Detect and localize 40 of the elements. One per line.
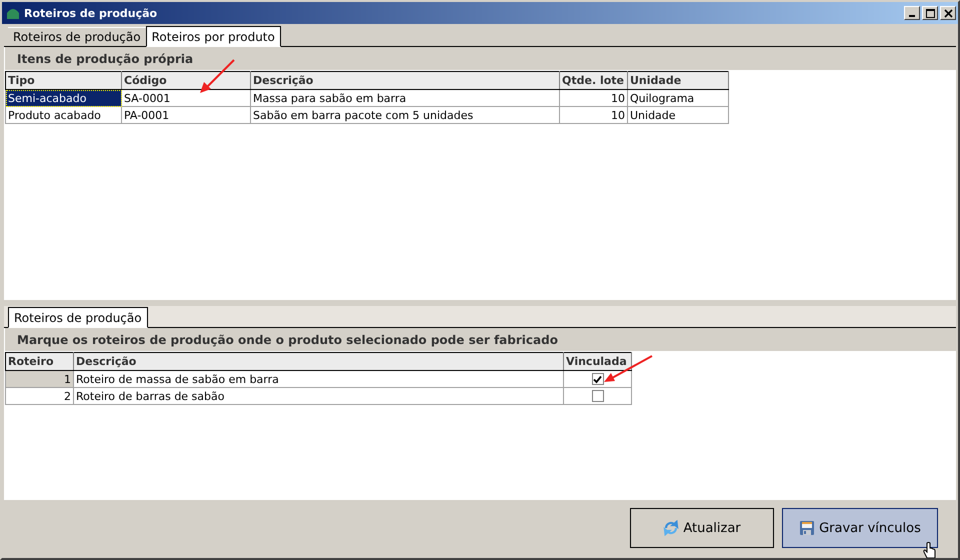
- table-cell[interactable]: Semi-acabado: [6, 90, 122, 106]
- column-header[interactable]: Tipo: [6, 72, 122, 90]
- table-cell[interactable]: PA-0001: [122, 106, 250, 124]
- table-cell[interactable]: 10: [560, 90, 628, 106]
- column-header[interactable]: Código: [122, 72, 250, 90]
- maximize-icon: [926, 8, 934, 18]
- refresh-button[interactable]: Atualizar: [630, 508, 774, 548]
- tab[interactable]: Roteiros de produção: [8, 27, 146, 46]
- close-button[interactable]: [940, 6, 956, 20]
- table-cell[interactable]: 2: [6, 388, 74, 404]
- checkbox[interactable]: [592, 390, 604, 402]
- table-cell[interactable]: Roteiro de massa de sabão em barra: [74, 370, 564, 388]
- table-cell[interactable]: 1: [6, 370, 74, 388]
- window-title: Roteiros de produção: [24, 6, 158, 20]
- refresh-icon: [663, 520, 680, 536]
- section-header: Itens de produção própria: [5, 47, 956, 70]
- app-icon: [6, 7, 20, 19]
- minimize-icon: [909, 15, 915, 17]
- column-header[interactable]: Vinculada: [564, 352, 632, 370]
- column-header[interactable]: Roteiro: [6, 352, 74, 370]
- tab[interactable]: Roteiros por produto: [146, 26, 281, 47]
- column-header[interactable]: Qtde. lote: [560, 72, 628, 90]
- maximize-button[interactable]: [922, 6, 938, 20]
- table-cell[interactable]: 10: [560, 106, 628, 124]
- column-header[interactable]: Descrição: [250, 72, 560, 90]
- table-cell[interactable]: Roteiro de barras de sabão: [74, 388, 564, 404]
- minimize-button[interactable]: [904, 6, 920, 20]
- table-cell[interactable]: Quilograma: [628, 90, 728, 106]
- table-cell[interactable]: Produto acabado: [6, 106, 122, 124]
- table-cell[interactable]: Sabão em barra pacote com 5 unidades: [250, 106, 560, 124]
- column-header[interactable]: Unidade: [628, 72, 728, 90]
- hand-cursor-icon: [923, 542, 937, 558]
- table-cell[interactable]: Massa para sabão em barra: [250, 90, 560, 106]
- section-header: Marque os roteiros de produção onde o produto selecionado pode ser fabricado: [5, 328, 956, 351]
- save-button[interactable]: Gravar vínculos: [782, 508, 938, 548]
- table-cell[interactable]: Unidade: [628, 106, 728, 124]
- checkbox[interactable]: [592, 373, 604, 386]
- close-icon: [944, 8, 952, 18]
- column-header[interactable]: Descrição: [74, 352, 564, 370]
- tab[interactable]: Roteiros de produção: [8, 307, 148, 328]
